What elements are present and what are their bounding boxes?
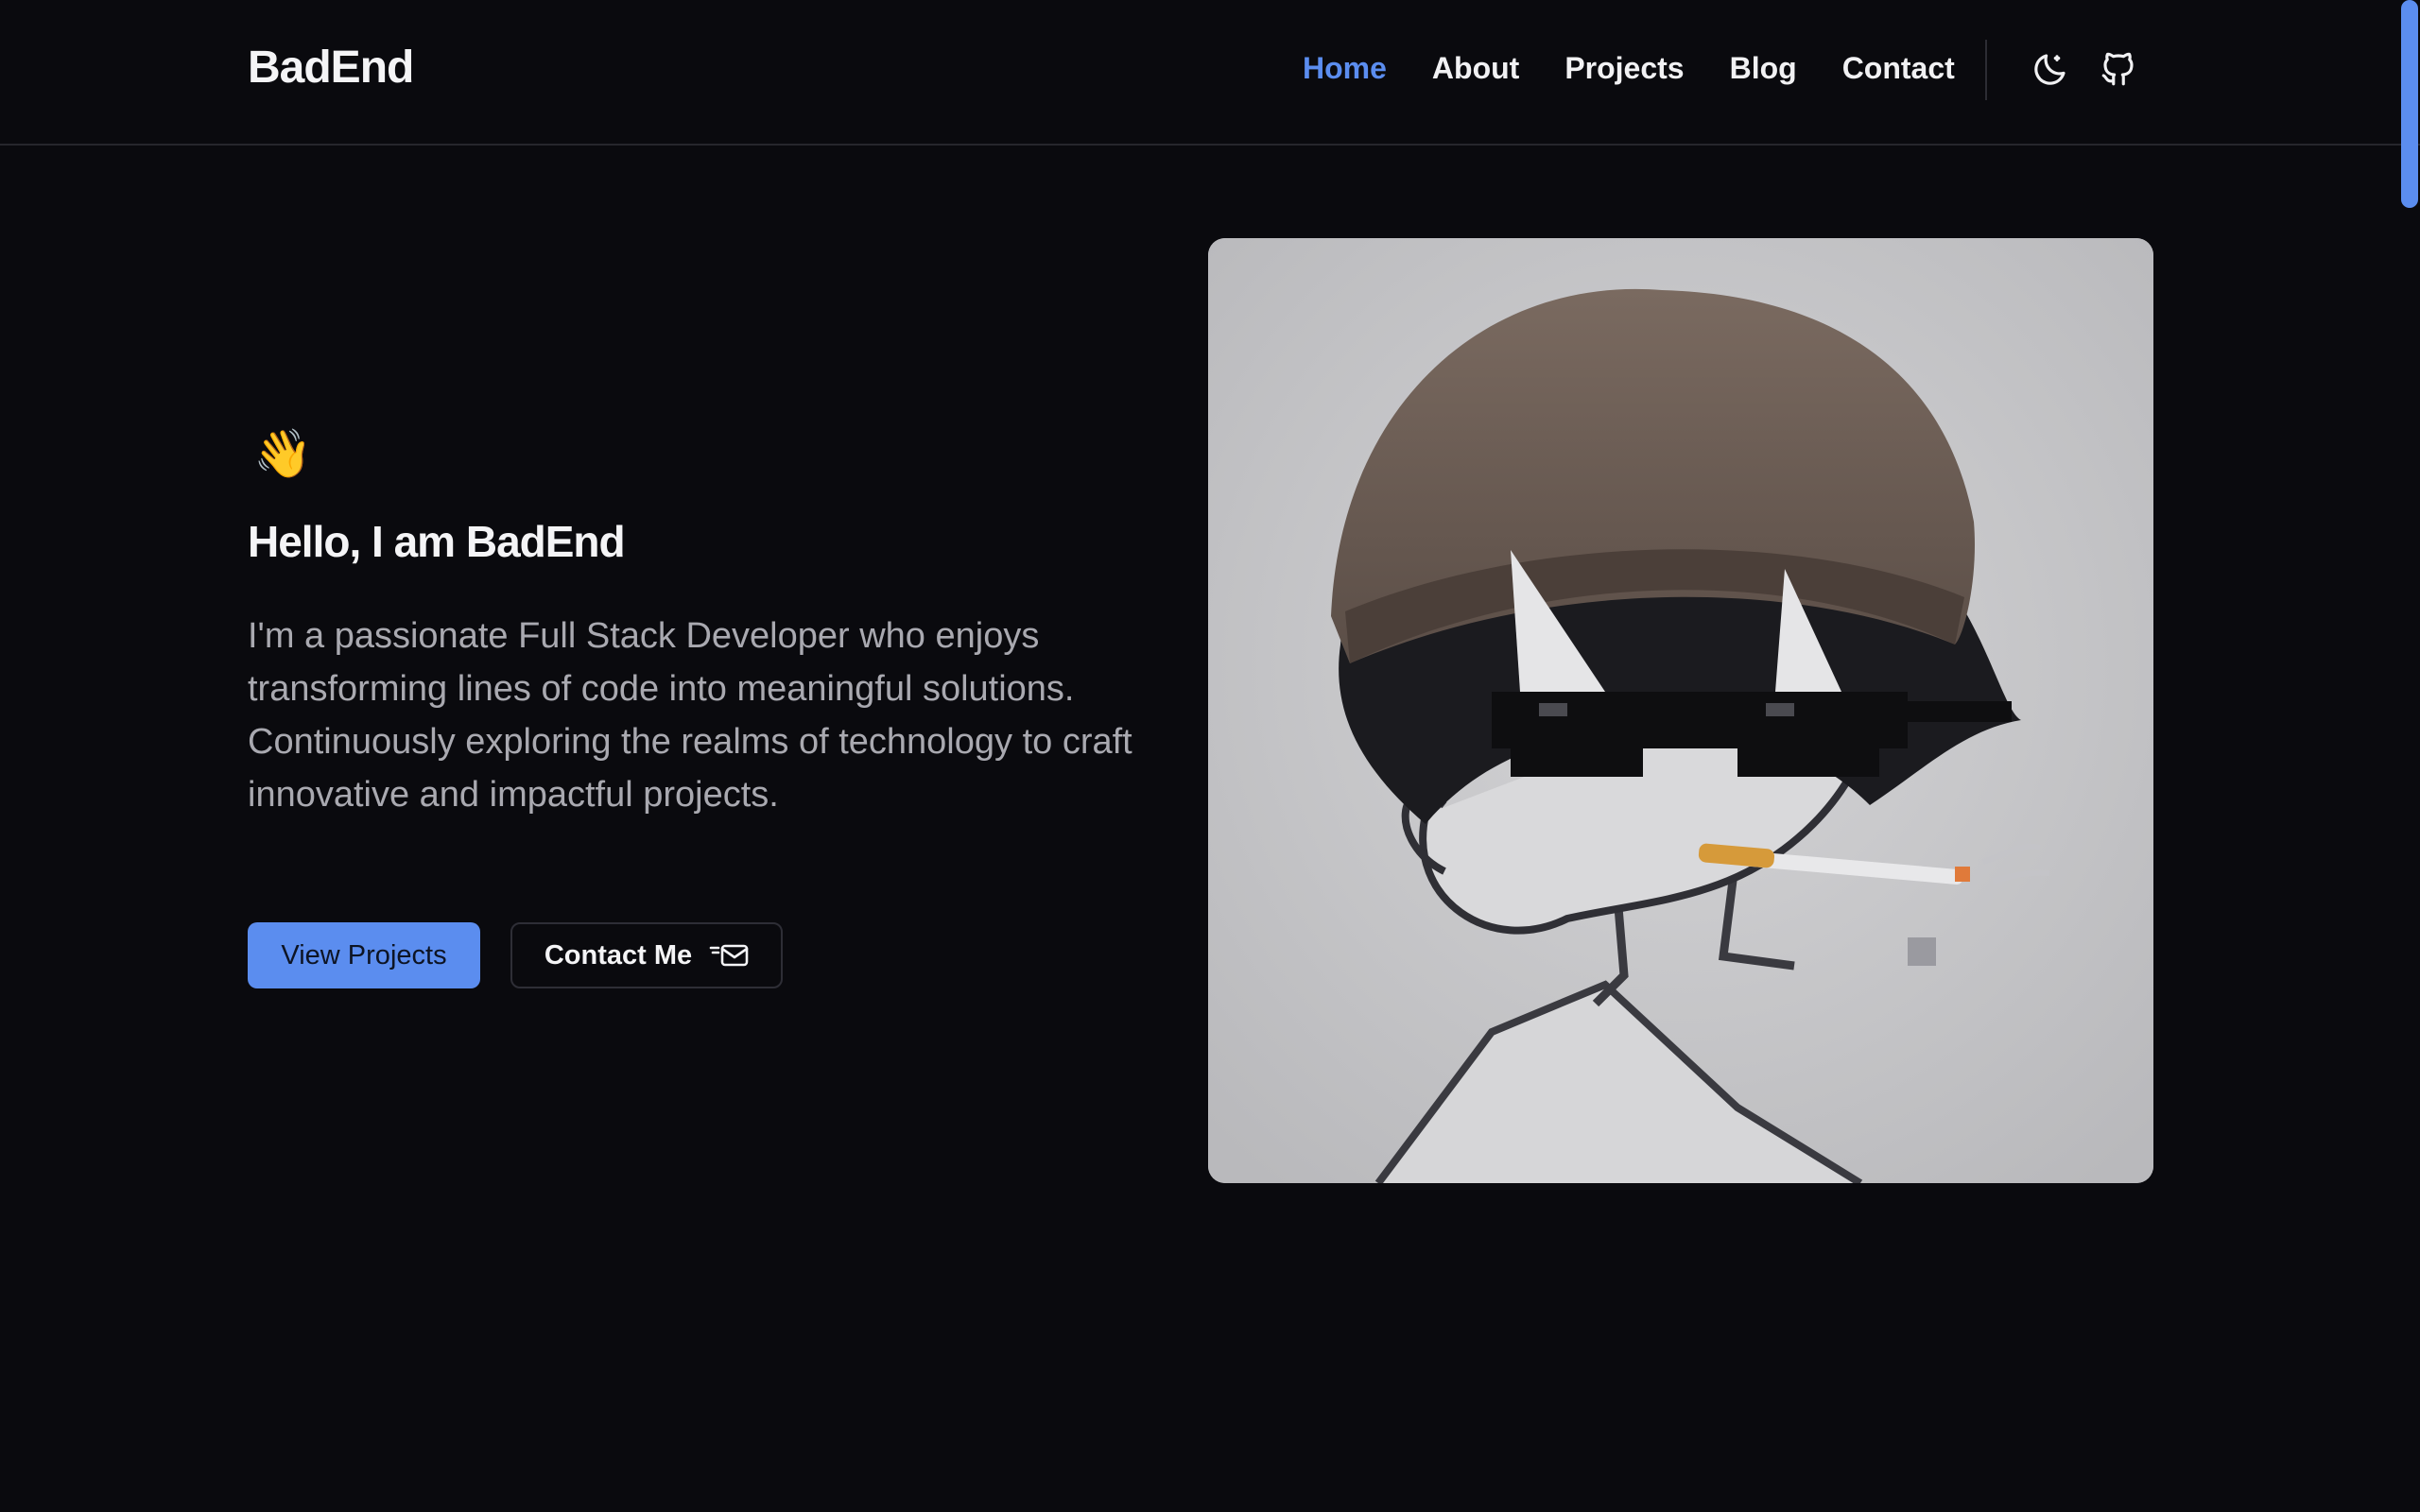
nav-divider — [1985, 40, 1987, 100]
top-navigation-bar: BadEnd Home About Projects Blog Contact — [0, 0, 2420, 146]
scrollbar-thumb[interactable] — [2401, 0, 2418, 208]
main-nav: Home About Projects Blog Contact — [1303, 51, 2000, 86]
contact-me-label: Contact Me — [544, 939, 693, 971]
moon-icon — [2034, 54, 2066, 85]
contact-me-button[interactable]: Contact Me — [510, 922, 783, 988]
nav-link-projects[interactable]: Projects — [1564, 51, 1684, 86]
waving-hand-emoji: 👋 — [253, 427, 313, 480]
view-projects-button[interactable]: View Projects — [248, 922, 480, 988]
nav-link-blog[interactable]: Blog — [1730, 51, 1797, 86]
hero-greeting: Hello, I am BadEnd — [248, 517, 626, 566]
nav-link-about[interactable]: About — [1432, 51, 1519, 86]
send-mail-icon — [709, 941, 749, 970]
github-icon — [2101, 52, 2134, 86]
theme-toggle-button[interactable] — [2031, 49, 2070, 89]
nav-link-contact[interactable]: Contact — [1842, 51, 1955, 86]
github-link-button[interactable] — [2099, 49, 2138, 89]
nav-link-home[interactable]: Home — [1303, 51, 1387, 86]
view-projects-label: View Projects — [281, 939, 447, 971]
site-logo[interactable]: BadEnd — [248, 42, 414, 94]
hero-bio: I'm a passionate Full Stack Developer wh… — [248, 616, 1132, 815]
profile-avatar-image — [1208, 238, 2153, 1183]
